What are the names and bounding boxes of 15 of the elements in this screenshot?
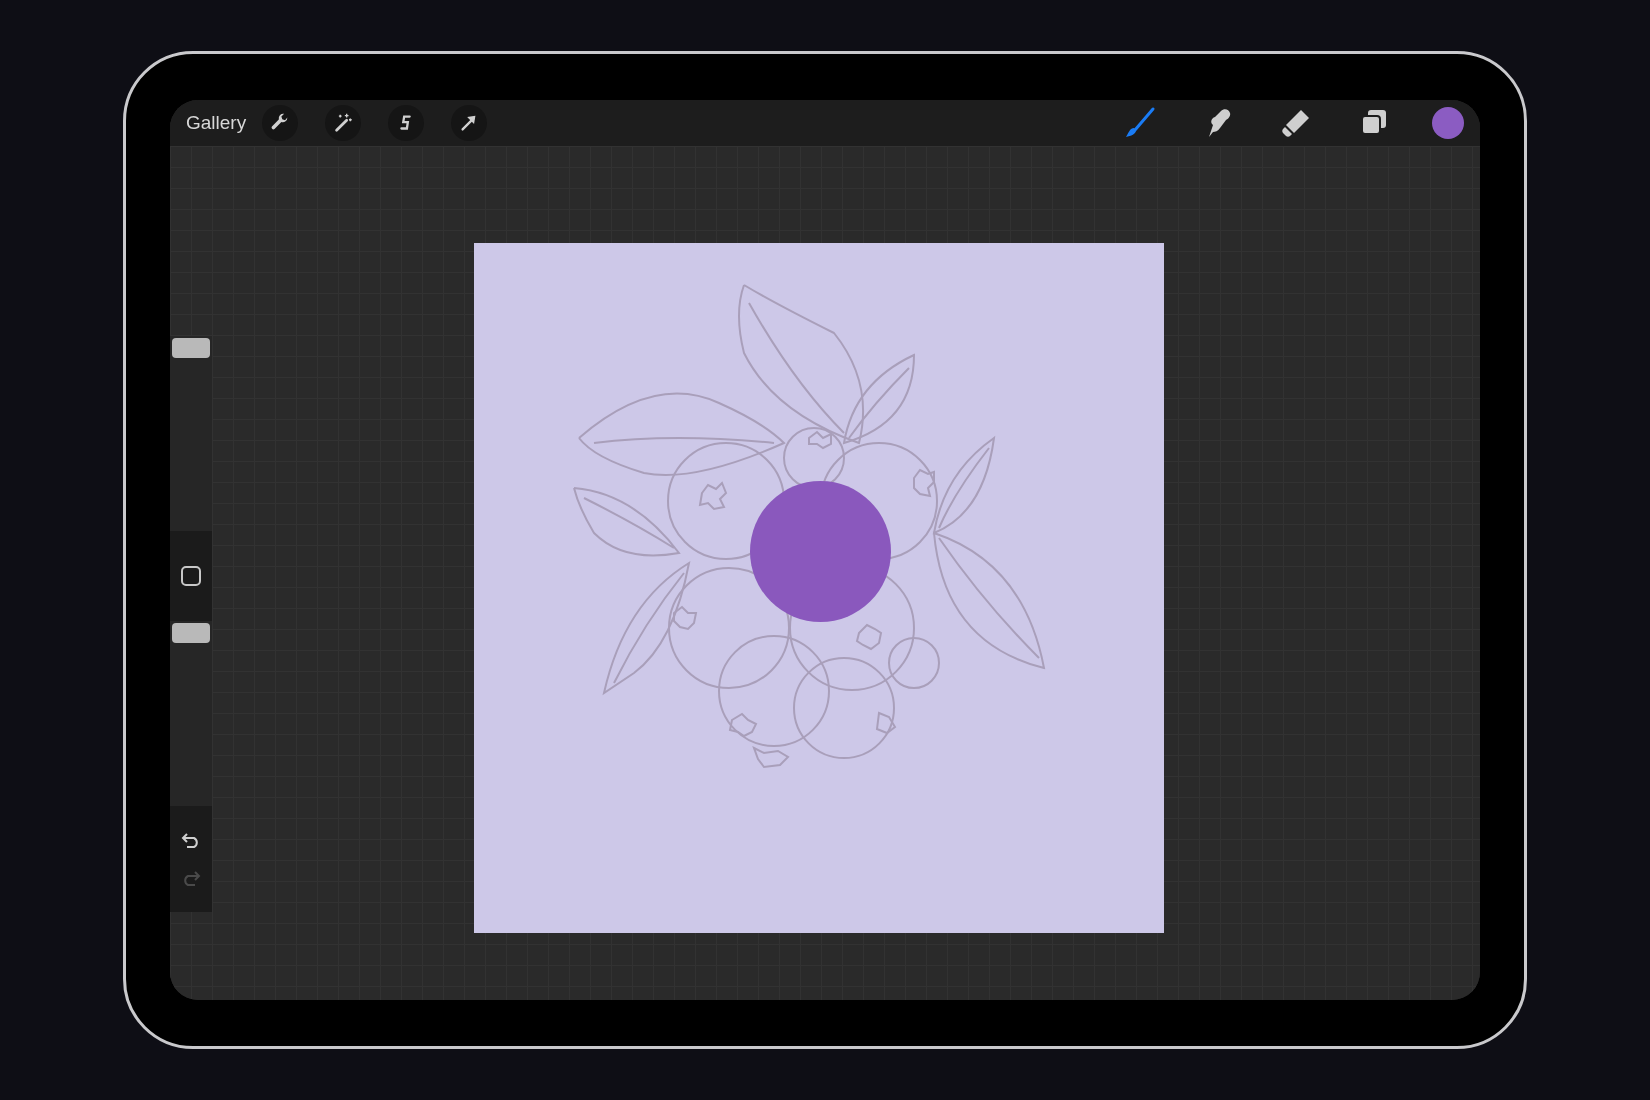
slider-thumb[interactable] [172, 623, 210, 643]
toolbar-button[interactable] [388, 105, 425, 141]
slider-thumb[interactable] [172, 338, 210, 358]
brush-icon [1123, 106, 1157, 140]
undo-button[interactable] [181, 832, 201, 848]
magic-wand-icon [332, 112, 355, 134]
gallery-button[interactable]: Gallery [186, 108, 247, 138]
drawing-canvas[interactable] [474, 243, 1164, 933]
toolbar-button[interactable] [451, 105, 488, 141]
undo-icon [181, 832, 201, 848]
redo-icon [181, 870, 201, 886]
toolbar-button[interactable] [325, 105, 362, 141]
square-button[interactable] [181, 566, 201, 586]
color-swatch[interactable] [1432, 107, 1464, 139]
toolbar-button[interactable] [262, 105, 299, 141]
